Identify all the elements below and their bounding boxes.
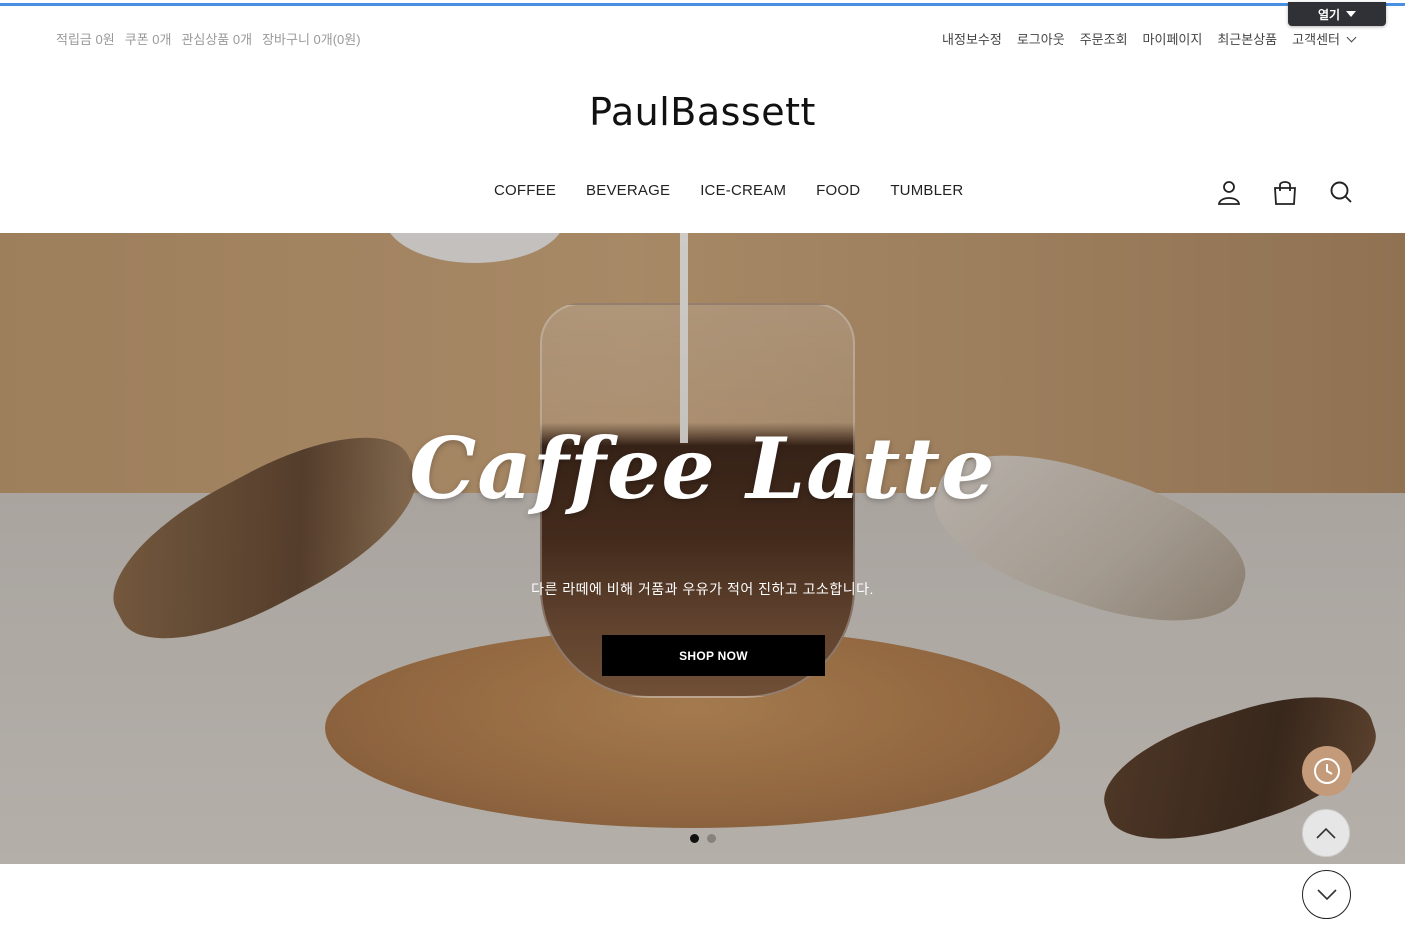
scroll-up-button[interactable] bbox=[1302, 809, 1350, 857]
header-icon-group bbox=[1217, 179, 1353, 205]
site-logo[interactable]: PaulBassett bbox=[0, 90, 1405, 134]
scroll-down-icon bbox=[1316, 888, 1337, 900]
order-lookup-link[interactable]: 주문조회 bbox=[1080, 29, 1128, 48]
hero-title: Caffee Latte bbox=[409, 419, 996, 518]
top-accent-bar bbox=[0, 3, 1405, 6]
recent-view-button[interactable] bbox=[1302, 746, 1352, 796]
admin-open-label: 열기 bbox=[1317, 7, 1341, 22]
hero-subtitle: 다른 라떼에 비해 거품과 우유가 적어 진하고 고소합니다. bbox=[531, 581, 874, 597]
hero-overlay bbox=[0, 233, 1405, 864]
coupon-text[interactable]: 쿠폰 0개 bbox=[125, 29, 172, 48]
utility-links: 내정보수정 로그아웃 주문조회 마이페이지 최근본상품 고객센터 bbox=[942, 29, 1357, 48]
member-summary: 적립금 0원 쿠폰 0개 관심상품 0개 장바구니 0개(0원) bbox=[56, 29, 361, 48]
shop-now-button[interactable]: SHOP NOW bbox=[602, 635, 825, 676]
wishlist-text[interactable]: 관심상품 0개 bbox=[181, 29, 252, 48]
slider-dot-1[interactable] bbox=[690, 834, 699, 843]
customer-center-menu[interactable]: 고객센터 bbox=[1292, 29, 1357, 48]
customer-center-label: 고객센터 bbox=[1292, 32, 1340, 47]
scroll-down-button[interactable] bbox=[1302, 870, 1351, 919]
cart-summary-text[interactable]: 장바구니 0개(0원) bbox=[262, 29, 361, 48]
recent-view-icon bbox=[1314, 758, 1340, 784]
shopping-bag-icon[interactable] bbox=[1273, 179, 1297, 205]
user-icon[interactable] bbox=[1217, 179, 1241, 205]
hero-banner[interactable]: Caffee Latte 다른 라떼에 비해 거품과 우유가 적어 진하고 고소… bbox=[0, 233, 1405, 864]
main-navigation: COFFEE BEVERAGE ICE-CREAM FOOD TUMBLER bbox=[494, 182, 963, 199]
search-icon[interactable] bbox=[1329, 179, 1353, 205]
mypage-link[interactable]: 마이페이지 bbox=[1143, 29, 1203, 48]
mileage-text[interactable]: 적립금 0원 bbox=[56, 29, 115, 48]
scroll-up-icon bbox=[1316, 827, 1336, 839]
admin-open-tab[interactable]: 열기 bbox=[1288, 2, 1386, 26]
nav-food[interactable]: FOOD bbox=[816, 182, 860, 199]
caret-down-icon bbox=[1346, 11, 1357, 17]
nav-coffee[interactable]: COFFEE bbox=[494, 182, 556, 199]
nav-tumbler[interactable]: TUMBLER bbox=[890, 182, 963, 199]
recent-products-link[interactable]: 최근본상품 bbox=[1217, 29, 1277, 48]
logout-link[interactable]: 로그아웃 bbox=[1017, 29, 1065, 48]
nav-beverage[interactable]: BEVERAGE bbox=[586, 182, 670, 199]
slider-pagination bbox=[690, 834, 716, 843]
nav-ice-cream[interactable]: ICE-CREAM bbox=[700, 182, 786, 199]
chevron-down-icon bbox=[1346, 32, 1357, 43]
slider-dot-2[interactable] bbox=[707, 834, 716, 843]
edit-profile-link[interactable]: 내정보수정 bbox=[942, 29, 1002, 48]
